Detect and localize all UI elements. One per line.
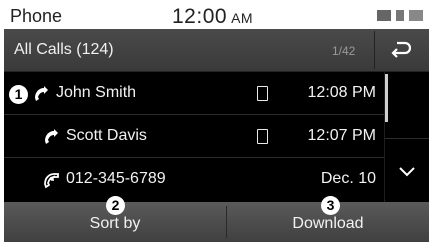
back-button[interactable]: [374, 31, 427, 69]
callout-marker-1: 1: [9, 85, 28, 104]
scroll-column: [384, 72, 429, 202]
caller-name: 012-345-6789: [66, 170, 166, 187]
mobile-phone-icon: [257, 129, 268, 144]
caller-name: John Smith: [56, 84, 137, 101]
app-title: Phone: [10, 6, 63, 26]
outgoing-call-icon: [45, 129, 58, 144]
scroll-down-button[interactable]: [385, 138, 429, 202]
page-indicator: 1/42: [332, 44, 356, 58]
call-time: 12:07 PM: [307, 127, 376, 144]
call-list: 1 John Smith 12:08 PM Scott Davis 12:07 …: [4, 72, 384, 202]
back-arrow-icon: [391, 41, 412, 58]
clock-time: 12:00: [172, 5, 228, 28]
list-header: All Calls (124) 1/42: [4, 29, 429, 72]
bottom-toolbar: 2 Sort by 3 Download: [4, 196, 429, 242]
callout-marker-2: 2: [106, 196, 125, 215]
battery-icon: [377, 10, 391, 21]
page-title: All Calls (124): [14, 41, 114, 58]
status-bar: Phone 12:00 AM: [4, 4, 429, 29]
call-row[interactable]: 1 John Smith 12:08 PM: [4, 72, 384, 115]
download-label: Download: [292, 215, 364, 232]
display-frame: Phone 12:00 AM All Calls (124) 1/42 1 Jo…: [0, 0, 434, 247]
bluetooth-icon: [396, 10, 404, 21]
outgoing-call-icon: [35, 86, 48, 101]
clock-ampm: AM: [231, 10, 254, 26]
sort-by-label: Sort by: [89, 215, 141, 232]
call-date: Dec. 10: [320, 170, 376, 187]
mobile-phone-icon: [257, 86, 268, 101]
call-time: 12:08 PM: [307, 84, 376, 101]
clock: 12:00 AM: [172, 5, 253, 29]
call-row[interactable]: Scott Davis 12:07 PM: [4, 115, 384, 158]
chevron-down-icon: [399, 167, 415, 177]
call-row[interactable]: 012-345-6789 Dec. 10: [4, 158, 384, 201]
callout-marker-3: 3: [321, 196, 340, 215]
sort-by-button[interactable]: 2 Sort by: [4, 196, 226, 242]
scrollbar-thumb[interactable]: [385, 74, 388, 122]
caller-name: Scott Davis: [66, 127, 147, 144]
phone-screen: Phone 12:00 AM All Calls (124) 1/42 1 Jo…: [4, 4, 429, 242]
incoming-call-icon: [44, 173, 59, 189]
download-button[interactable]: 3 Download: [227, 196, 429, 242]
status-icons: [377, 10, 423, 21]
signal-icon: [409, 10, 423, 21]
